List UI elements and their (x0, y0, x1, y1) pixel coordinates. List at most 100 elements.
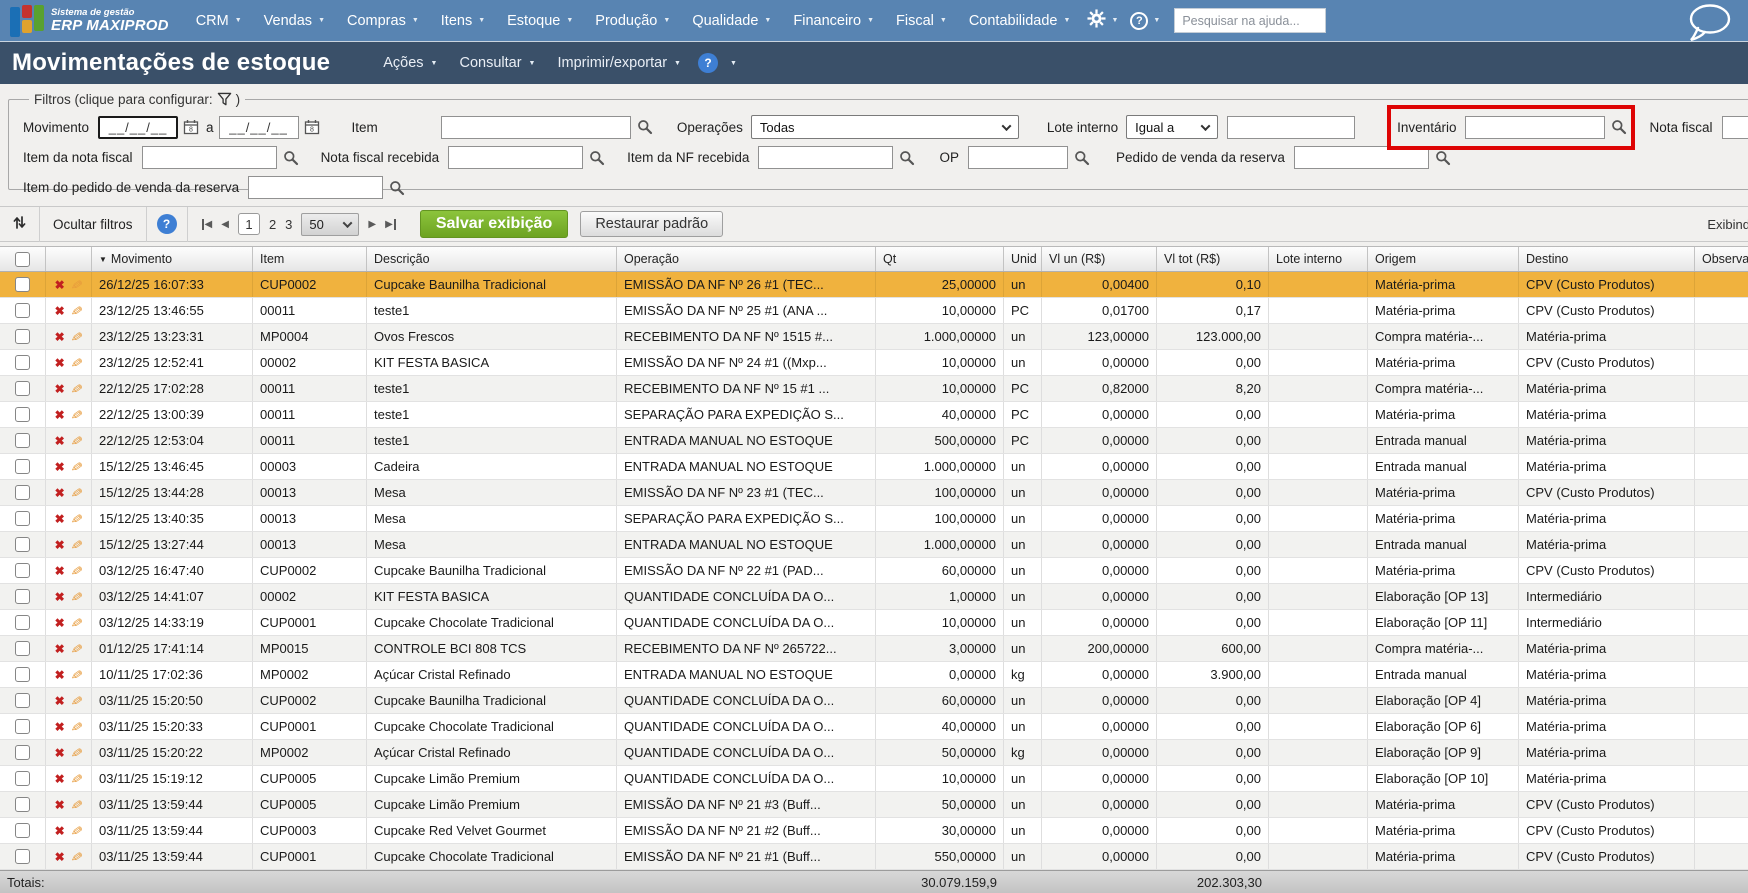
item-input[interactable] (441, 116, 631, 139)
nota-fiscal-input[interactable] (1722, 116, 1748, 139)
row-checkbox[interactable] (15, 719, 30, 734)
table-row[interactable]: ✖✎03/12/25 16:47:40CUP0002Cupcake Baunil… (0, 558, 1748, 584)
edit-pencil-icon[interactable]: ✎ (70, 381, 84, 397)
pedido-reserva-input[interactable] (1294, 146, 1429, 169)
table-row[interactable]: ✖✎23/12/25 13:46:5500011teste1EMISSÃO DA… (0, 298, 1748, 324)
delete-icon[interactable]: ✖ (55, 487, 65, 499)
help-menu[interactable]: ? ▼ (1124, 8, 1166, 34)
delete-icon[interactable]: ✖ (55, 591, 65, 603)
operacoes-select[interactable]: Todas (751, 115, 1019, 139)
row-checkbox[interactable] (15, 381, 30, 396)
item-nf-input[interactable] (142, 146, 277, 169)
restaurar-padrao-button[interactable]: Restaurar padrão (580, 211, 723, 237)
select-all-checkbox[interactable] (15, 252, 30, 267)
edit-pencil-icon[interactable]: ✎ (70, 355, 84, 371)
delete-icon[interactable]: ✖ (55, 435, 65, 447)
col-header-qt[interactable]: Qt (876, 247, 1004, 271)
refresh-button[interactable] (0, 207, 39, 241)
edit-pencil-icon[interactable]: ✎ (70, 407, 84, 423)
col-header-item[interactable]: Item (253, 247, 367, 271)
edit-pencil-icon[interactable]: ✎ (70, 433, 84, 449)
col-header-operacao[interactable]: Operação (617, 247, 876, 271)
settings-menu[interactable]: ▼ (1081, 5, 1124, 37)
col-header-vl_un[interactable]: Vl un (R$) (1042, 247, 1157, 271)
delete-icon[interactable]: ✖ (55, 513, 65, 525)
delete-icon[interactable]: ✖ (55, 539, 65, 551)
search-icon[interactable] (1433, 148, 1453, 168)
row-checkbox[interactable] (15, 511, 30, 526)
delete-icon[interactable]: ✖ (55, 695, 65, 707)
first-page-button[interactable]: ◀ (202, 219, 213, 230)
table-row[interactable]: ✖✎15/12/25 13:44:2800013MesaEMISSÃO DA N… (0, 480, 1748, 506)
delete-icon[interactable]: ✖ (55, 721, 65, 733)
edit-pencil-icon[interactable]: ✎ (70, 589, 84, 605)
row-checkbox[interactable] (15, 459, 30, 474)
row-checkbox[interactable] (15, 667, 30, 682)
nav-menu-qualidade[interactable]: Qualidade▼ (681, 7, 782, 35)
edit-pencil-icon[interactable]: ✎ (70, 329, 84, 345)
table-row[interactable]: ✖✎03/11/25 13:59:44CUP0003Cupcake Red Ve… (0, 818, 1748, 844)
row-checkbox[interactable] (15, 745, 30, 760)
col-header-lote[interactable]: Lote interno (1269, 247, 1368, 271)
titlebar-menu-a-es[interactable]: Ações▼ (372, 50, 448, 76)
col-header-descricao[interactable]: Descrição (367, 247, 617, 271)
col-header-unid[interactable]: Unid (1004, 247, 1042, 271)
row-checkbox[interactable] (15, 563, 30, 578)
delete-icon[interactable]: ✖ (55, 331, 65, 343)
page-help-button[interactable]: ? (698, 53, 718, 73)
search-icon[interactable] (587, 148, 607, 168)
search-icon[interactable] (281, 148, 301, 168)
nav-menu-crm[interactable]: CRM▼ (185, 7, 253, 35)
col-header-origem[interactable]: Origem (1368, 247, 1519, 271)
table-row[interactable]: ✖✎22/12/25 17:02:2800011teste1RECEBIMENT… (0, 376, 1748, 402)
table-row[interactable]: ✖✎15/12/25 13:46:4500003CadeiraENTRADA M… (0, 454, 1748, 480)
edit-pencil-icon[interactable]: ✎ (70, 277, 84, 293)
table-row[interactable]: ✖✎26/12/25 16:07:33CUP0002Cupcake Baunil… (0, 272, 1748, 298)
col-header-movimento[interactable]: ▼Movimento (92, 247, 253, 271)
table-row[interactable]: ✖✎15/12/25 13:40:3500013MesaSEPARAÇÃO PA… (0, 506, 1748, 532)
row-checkbox[interactable] (15, 693, 30, 708)
calendar-icon[interactable]: 8 (181, 117, 201, 137)
movimento-date-from-input[interactable] (98, 116, 178, 139)
table-row[interactable]: ✖✎03/11/25 13:59:44CUP0005Cupcake Limão … (0, 792, 1748, 818)
titlebar-menu-consultar[interactable]: Consultar▼ (448, 50, 546, 76)
table-row[interactable]: ✖✎03/11/25 15:19:12CUP0005Cupcake Limão … (0, 766, 1748, 792)
delete-icon[interactable]: ✖ (55, 747, 65, 759)
op-input[interactable] (968, 146, 1068, 169)
salvar-exibicao-button[interactable]: Salvar exibição (420, 210, 569, 238)
row-checkbox[interactable] (15, 771, 30, 786)
edit-pencil-icon[interactable]: ✎ (70, 719, 84, 735)
last-page-button[interactable]: ▶ (385, 219, 396, 230)
titlebar-menu-imprimir-exportar[interactable]: Imprimir/exportar▼ (546, 50, 692, 76)
search-icon[interactable] (387, 178, 407, 198)
delete-icon[interactable]: ✖ (55, 305, 65, 317)
col-header-obs[interactable]: Observações (1695, 247, 1748, 271)
nav-menu-contabilidade[interactable]: Contabilidade▼ (958, 7, 1082, 35)
edit-pencil-icon[interactable]: ✎ (70, 511, 84, 527)
calendar-icon[interactable]: 8 (302, 117, 322, 137)
row-checkbox[interactable] (15, 303, 30, 318)
select-all-header[interactable] (0, 247, 46, 271)
delete-icon[interactable]: ✖ (55, 799, 65, 811)
table-row[interactable]: ✖✎03/11/25 15:20:22MP0002Açúcar Cristal … (0, 740, 1748, 766)
help-search-input[interactable] (1174, 8, 1326, 33)
edit-pencil-icon[interactable]: ✎ (70, 797, 84, 813)
search-icon[interactable] (1072, 148, 1092, 168)
edit-pencil-icon[interactable]: ✎ (70, 615, 84, 631)
table-row[interactable]: ✖✎03/11/25 15:20:33CUP0001Cupcake Chocol… (0, 714, 1748, 740)
table-row[interactable]: ✖✎01/12/25 17:41:14MP0015CONTROLE BCI 80… (0, 636, 1748, 662)
delete-icon[interactable]: ✖ (55, 617, 65, 629)
delete-icon[interactable]: ✖ (55, 279, 65, 291)
edit-pencil-icon[interactable]: ✎ (70, 641, 84, 657)
row-checkbox[interactable] (15, 615, 30, 630)
nf-recebida-input[interactable] (448, 146, 583, 169)
nav-menu-compras[interactable]: Compras▼ (336, 7, 430, 35)
edit-pencil-icon[interactable]: ✎ (70, 667, 84, 683)
edit-pencil-icon[interactable]: ✎ (70, 537, 84, 553)
inventario-input[interactable] (1465, 116, 1605, 139)
edit-pencil-icon[interactable]: ✎ (70, 563, 84, 579)
delete-icon[interactable]: ✖ (55, 851, 65, 863)
delete-icon[interactable]: ✖ (55, 669, 65, 681)
nav-menu-produção[interactable]: Produção▼ (584, 7, 681, 35)
col-header-vl_tot[interactable]: Vl tot (R$) (1157, 247, 1269, 271)
